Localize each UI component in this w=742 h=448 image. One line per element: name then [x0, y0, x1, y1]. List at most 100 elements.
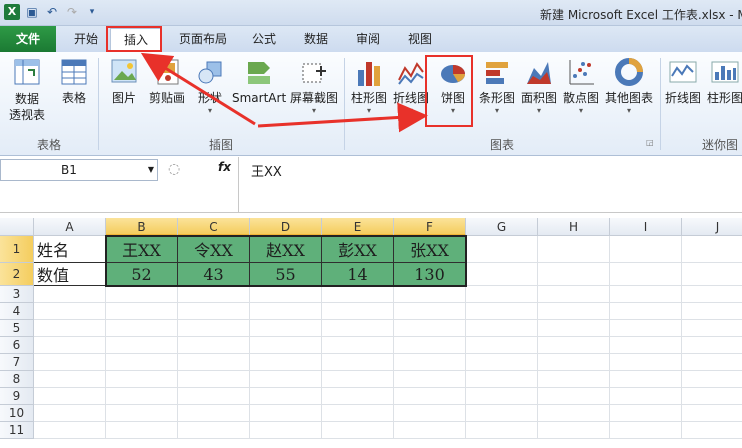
cell[interactable]: [178, 422, 250, 439]
area-chart-button[interactable]: 面积图 ▾: [518, 56, 560, 116]
cell[interactable]: [538, 303, 610, 320]
cell[interactable]: 赵XX: [250, 236, 322, 263]
cell[interactable]: [682, 303, 742, 320]
row-header[interactable]: 4: [0, 303, 34, 320]
cell[interactable]: [466, 320, 538, 337]
tab-formulas[interactable]: 公式: [244, 28, 284, 52]
cell[interactable]: [34, 405, 106, 422]
redo-icon[interactable]: ↷: [64, 4, 80, 20]
cell[interactable]: [250, 286, 322, 303]
cell[interactable]: [682, 337, 742, 354]
row-header[interactable]: 3: [0, 286, 34, 303]
cell[interactable]: [394, 286, 466, 303]
cell[interactable]: [394, 371, 466, 388]
cell[interactable]: [322, 354, 394, 371]
cell[interactable]: [682, 354, 742, 371]
cell[interactable]: [178, 303, 250, 320]
pivot-table-button[interactable]: 数据 透视表: [4, 56, 50, 123]
cell[interactable]: [610, 422, 682, 439]
cell[interactable]: [466, 263, 538, 286]
cell[interactable]: [250, 422, 322, 439]
column-header[interactable]: I: [610, 218, 682, 236]
cell[interactable]: [394, 354, 466, 371]
cell[interactable]: [538, 422, 610, 439]
bar-chart-button[interactable]: 条形图 ▾: [476, 56, 518, 116]
column-header[interactable]: B: [106, 218, 178, 236]
cell[interactable]: [538, 263, 610, 286]
cell[interactable]: [178, 388, 250, 405]
column-header[interactable]: C: [178, 218, 250, 236]
cell[interactable]: [538, 388, 610, 405]
scatter-chart-button[interactable]: 散点图 ▾: [560, 56, 602, 116]
cell[interactable]: [106, 371, 178, 388]
cell[interactable]: [178, 371, 250, 388]
cell[interactable]: [394, 337, 466, 354]
cell[interactable]: [538, 286, 610, 303]
cell[interactable]: [538, 354, 610, 371]
cell[interactable]: [610, 320, 682, 337]
cell[interactable]: [610, 371, 682, 388]
cell[interactable]: [250, 337, 322, 354]
cell[interactable]: [466, 303, 538, 320]
sparkline-column-button[interactable]: 柱形图: [704, 56, 742, 106]
picture-button[interactable]: 图片: [106, 56, 142, 106]
cell[interactable]: [610, 354, 682, 371]
row-header[interactable]: 5: [0, 320, 34, 337]
column-header[interactable]: J: [682, 218, 742, 236]
smartart-button[interactable]: SmartArt: [232, 56, 286, 106]
cell[interactable]: [394, 422, 466, 439]
cell[interactable]: [538, 405, 610, 422]
row-header[interactable]: 9: [0, 388, 34, 405]
cell[interactable]: [322, 303, 394, 320]
shapes-button[interactable]: 形状 ▾: [192, 56, 228, 116]
cell[interactable]: [322, 371, 394, 388]
tab-view[interactable]: 视图: [400, 28, 440, 52]
cell[interactable]: [34, 303, 106, 320]
cell[interactable]: [34, 388, 106, 405]
cell[interactable]: [538, 236, 610, 263]
row-header[interactable]: 11: [0, 422, 34, 439]
cell[interactable]: [106, 320, 178, 337]
cell[interactable]: [466, 286, 538, 303]
cell[interactable]: [250, 388, 322, 405]
cell[interactable]: [34, 371, 106, 388]
cell[interactable]: [106, 422, 178, 439]
cell[interactable]: [106, 405, 178, 422]
cell[interactable]: [250, 354, 322, 371]
column-header[interactable]: F: [394, 218, 466, 236]
cell[interactable]: [250, 303, 322, 320]
cell[interactable]: [466, 337, 538, 354]
row-header[interactable]: 6: [0, 337, 34, 354]
cell[interactable]: [610, 236, 682, 263]
cell[interactable]: [610, 405, 682, 422]
cell[interactable]: [682, 405, 742, 422]
cell[interactable]: [610, 286, 682, 303]
cell[interactable]: 令XX: [178, 236, 250, 263]
cell[interactable]: 数值: [34, 263, 106, 286]
column-header[interactable]: E: [322, 218, 394, 236]
cell[interactable]: [178, 354, 250, 371]
save-icon[interactable]: ▣: [24, 4, 40, 20]
screenshot-button[interactable]: 屏幕截图 ▾: [288, 56, 340, 116]
cell[interactable]: 王XX: [106, 236, 178, 263]
row-header[interactable]: 1: [0, 236, 34, 263]
cell[interactable]: [610, 263, 682, 286]
select-all-corner[interactable]: [0, 218, 34, 236]
cell[interactable]: 姓名: [34, 236, 106, 263]
cell[interactable]: [178, 337, 250, 354]
cell[interactable]: [250, 405, 322, 422]
formula-bar-handle-icon[interactable]: ◌: [168, 161, 180, 177]
cell[interactable]: 130: [394, 263, 466, 286]
cell[interactable]: [682, 320, 742, 337]
row-header[interactable]: 10: [0, 405, 34, 422]
column-chart-button[interactable]: 柱形图 ▾: [348, 56, 390, 116]
column-header[interactable]: D: [250, 218, 322, 236]
cell[interactable]: [34, 286, 106, 303]
clip-art-button[interactable]: 剪贴画: [146, 56, 188, 106]
tab-review[interactable]: 审阅: [348, 28, 388, 52]
cell[interactable]: 彭XX: [322, 236, 394, 263]
column-header[interactable]: G: [466, 218, 538, 236]
cell[interactable]: [466, 422, 538, 439]
cell[interactable]: [178, 405, 250, 422]
cell[interactable]: [682, 422, 742, 439]
